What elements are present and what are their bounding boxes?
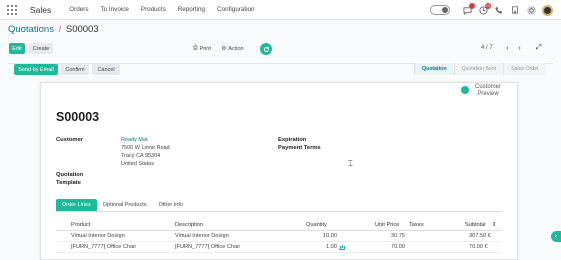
quotation-template-label-line2: Template xyxy=(56,180,82,186)
tab-order-lines[interactable]: Order Lines xyxy=(56,199,97,211)
activity-badge: 23 xyxy=(484,3,491,9)
table-header: Product Description Quantity Unit Price … xyxy=(56,220,502,231)
print-button[interactable]: ⎙ Print xyxy=(191,43,213,54)
customer-preview-button[interactable]: Customer Preview xyxy=(461,84,501,98)
customer-address-line2: Tracy CA 95304 xyxy=(121,153,161,159)
confirm-button[interactable]: Confirm xyxy=(61,64,89,75)
customer-label: Customer xyxy=(56,137,84,143)
tab-optional-products[interactable]: Optional Products xyxy=(97,199,153,211)
col-description[interactable]: Description xyxy=(175,222,203,228)
cancel-button[interactable]: Cancel xyxy=(92,64,120,75)
apps-menu-icon[interactable] xyxy=(7,4,17,15)
dark-mode-toggle[interactable] xyxy=(430,5,450,15)
user-avatar[interactable] xyxy=(542,4,553,16)
pager-previous-icon[interactable]: ‹ xyxy=(503,44,512,53)
cell-unit-price: 30.75 xyxy=(391,233,405,239)
globe-icon xyxy=(461,86,469,94)
menu-item-products[interactable]: Products xyxy=(141,6,166,13)
col-quantity[interactable]: Quantity xyxy=(306,222,327,228)
pager-value[interactable]: 4 / 7 xyxy=(481,45,493,51)
settings-gear-icon[interactable] xyxy=(526,5,536,15)
document-title: S00003 xyxy=(56,110,100,124)
top-navbar: Sales Orders To Invoice Products Reporti… xyxy=(0,0,561,20)
stage-quotation-sent[interactable]: Quotation Sent xyxy=(453,63,504,75)
table-row[interactable]: Virtual Interior Design Virtual Interior… xyxy=(56,231,502,242)
cell-product: Virtual Interior Design xyxy=(71,233,125,239)
action-button[interactable]: ⚙ Action xyxy=(219,43,246,54)
chatter-toggle-icon[interactable]: ‹ xyxy=(551,231,561,242)
phone-icon[interactable] xyxy=(494,5,504,15)
main-menu: Orders To Invoice Products Reporting Con… xyxy=(69,6,266,13)
cell-subtotal: 70.00 € xyxy=(469,244,488,250)
cell-quantity: 10.00 xyxy=(323,233,337,239)
mouse-cursor-icon: ⌶ xyxy=(348,159,353,168)
col-unit-price[interactable]: Unit Price xyxy=(375,222,399,228)
cell-quantity: 1.00 xyxy=(326,244,337,250)
customer-preview-line2: Preview xyxy=(477,91,499,97)
systray: 23 xyxy=(430,0,561,20)
breadcrumb-quotations-link[interactable]: Quotations xyxy=(8,24,54,35)
customer-name-link[interactable]: Ready Mat xyxy=(121,137,148,143)
customer-preview-line1: Customer xyxy=(475,84,502,90)
pager-next-icon[interactable]: › xyxy=(515,44,524,53)
notebook-tabs: Order Lines Optional Products Other Info xyxy=(56,199,189,211)
action-label: Action xyxy=(228,45,244,52)
activity-clock-icon[interactable]: 23 xyxy=(478,3,491,15)
breadcrumb-separator: / xyxy=(58,24,62,35)
messages-badge xyxy=(469,3,475,9)
menu-item-reporting[interactable]: Reporting xyxy=(178,6,205,13)
col-product[interactable]: Product xyxy=(71,222,90,228)
menu-item-to-invoice[interactable]: To Invoice xyxy=(101,6,129,13)
customer-address-line1: 7500 W Linne Road xyxy=(121,145,170,151)
forecast-chart-icon[interactable] xyxy=(339,245,345,250)
customer-address-line3: United States xyxy=(121,161,155,167)
app-brand[interactable]: Sales xyxy=(30,5,51,15)
quotation-template-label-line1: Quotation xyxy=(56,172,84,178)
menu-item-orders[interactable]: Orders xyxy=(69,6,88,13)
breadcrumb: Quotations / S00003 xyxy=(8,24,99,35)
col-subtotal[interactable]: Subtotal xyxy=(465,222,486,228)
table-row[interactable]: [FURN_7777] Office Chair [FURN_7777] Off… xyxy=(56,242,502,253)
gear-icon: ⚙ xyxy=(221,45,227,52)
payment-terms-label: Payment Terms xyxy=(278,145,321,151)
tabs-divider xyxy=(56,211,502,212)
breadcrumb-current: S00003 xyxy=(65,24,99,35)
print-icon: ⎙ xyxy=(193,45,198,51)
refresh-icon[interactable] xyxy=(260,43,272,55)
edit-button[interactable]: Edit xyxy=(9,43,25,54)
customer-preview-label: Customer Preview xyxy=(475,84,501,98)
cell-subtotal: 307.50 € xyxy=(469,233,491,239)
create-button[interactable]: Create xyxy=(29,43,53,54)
status-stages: Quotation Quotation Sent Sales Order xyxy=(414,63,546,75)
tab-other-info[interactable]: Other Info xyxy=(152,199,188,211)
cell-product: [FURN_7777] Office Chair xyxy=(71,244,137,250)
print-label: Print xyxy=(199,45,211,52)
cell-unit-price: 70.00 xyxy=(391,244,405,250)
stage-sales-order[interactable]: Sales Order xyxy=(503,63,546,75)
building-icon[interactable] xyxy=(510,5,520,15)
expand-icon[interactable]: ⤢ xyxy=(536,44,542,52)
column-settings-icon[interactable]: ⇕ xyxy=(492,222,497,228)
menu-item-configuration[interactable]: Configuration xyxy=(217,6,254,13)
messages-icon[interactable] xyxy=(462,3,475,15)
send-by-email-button[interactable]: Send by Email xyxy=(14,64,58,75)
stage-quotation[interactable]: Quotation xyxy=(414,63,454,75)
cell-description: Virtual Interior Design xyxy=(175,233,229,239)
col-taxes[interactable]: Taxes xyxy=(409,222,424,228)
expiration-label: Expiration xyxy=(278,137,307,143)
cell-description: [FURN_7777] Office Chair xyxy=(175,244,241,250)
